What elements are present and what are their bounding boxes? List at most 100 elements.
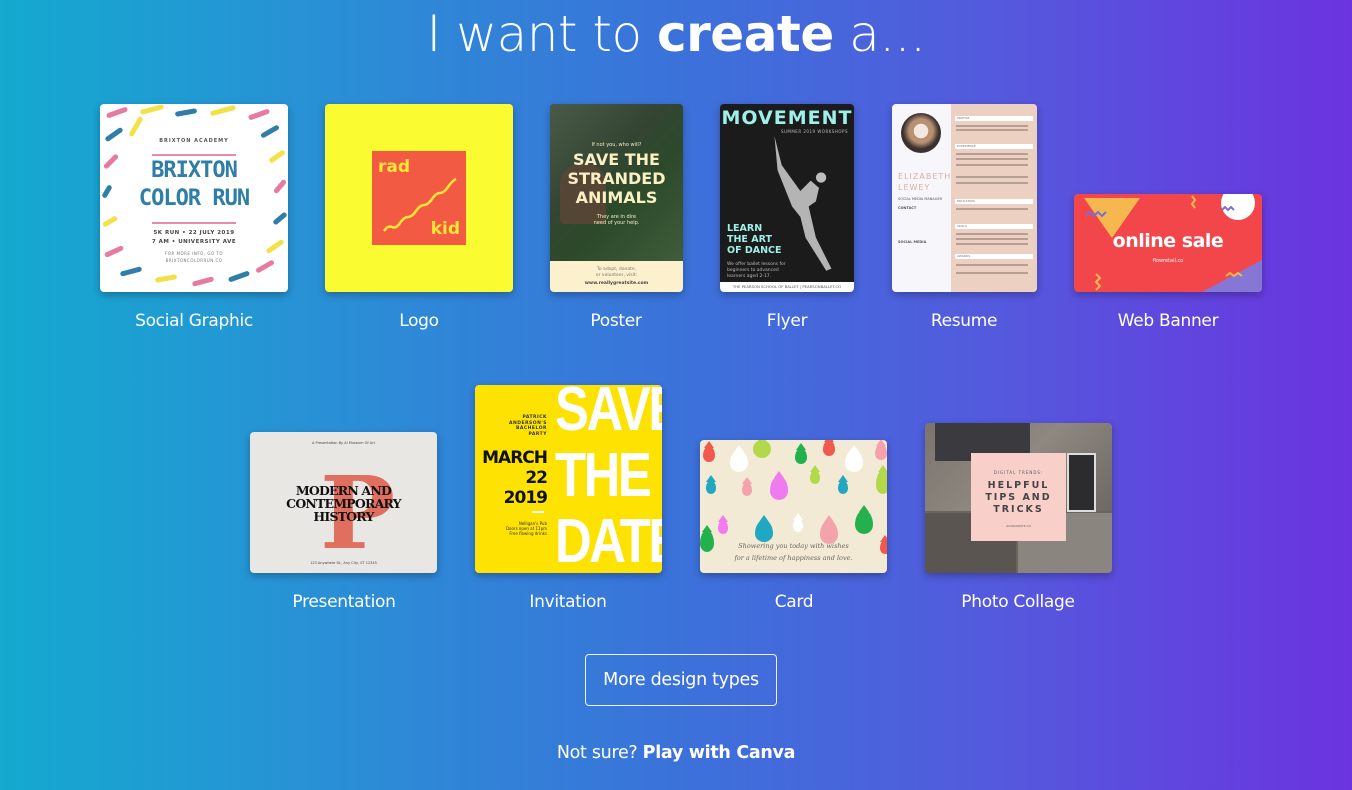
poster-subtitle: They are in dire need of your help. [550,214,683,226]
photo-collage-url: GOODANOTE.CO [1005,524,1032,528]
raindrop-icon [876,470,887,494]
paint-stroke [119,266,143,277]
divider [152,154,236,156]
photo-collage-title-line: TRICKS [993,504,1044,515]
raindrop-icon [703,446,715,462]
design-type-resume[interactable]: ELIZABETH LEWEY SOCIAL MEDIA MANAGER CON… [892,104,1037,292]
design-type-invitation[interactable]: SAVE THE DATE PATRICK ANDERSON'S BACHELO… [475,385,662,573]
social-graphic-kicker: BRIXTON ACADEMY [159,138,229,144]
raindrop-icon [793,518,803,532]
resume-name-line: ELIZABETH [898,172,952,181]
paint-stroke [105,106,129,119]
raindrop-icon [706,480,716,494]
design-type-label[interactable]: Flyer [767,311,808,331]
design-type-presentation[interactable]: A Presentation By Al Museum Of Art P MOD… [250,432,437,573]
flyer-headline-line: LEARN [727,223,763,234]
social-graphic-title-line2: COLOR RUN [138,186,250,211]
design-type-label[interactable]: Invitation [529,592,607,612]
design-type-label[interactable]: Presentation [292,592,395,612]
heading-emphasis: create [656,5,834,63]
dancer-silhouette [774,136,832,271]
resume-section-header: EDUCATION [955,199,1033,204]
heading-prefix: I want to [426,5,657,63]
resume-section-header: EXPERIENCE [955,144,1033,149]
resume-avatar [901,113,941,153]
more-design-types-button[interactable]: More design types [585,654,777,706]
resume-text-line [956,243,1028,245]
resume-text-line [956,153,1028,155]
divider [152,222,236,224]
resume-text-line [956,233,1028,235]
card-message-line: for a lifetime of happiness and love. [734,554,853,562]
poster-footer-text: To adopt, donate, or volunteer, visit: [550,267,683,279]
resume-section-header: SKILLS [955,224,1033,229]
photo-collage-title-line: HELPFUL [987,480,1050,491]
play-with-canva-link[interactable]: Play with Canva [643,743,796,763]
resume-text-line [956,182,1028,184]
social-graphic-detail-line2: 7 AM • UNIVERSITY AVE [151,239,237,245]
raindrop-icon [755,520,773,542]
presentation-title-line: HISTORY [313,509,374,524]
card-message-line: Showering you today with wishes [738,542,849,550]
design-type-card[interactable]: Showering you today with wishes for a li… [700,440,887,573]
poster-kicker: If not you, who will? [591,142,642,148]
raindrop-icon [875,444,887,460]
poster-footer-url: www.reallygreatsite.com [584,281,649,286]
invitation-venue-line: Free flowing drinks [509,531,547,536]
flyer-headline: LEARN THE ART OF DANCE [727,223,782,256]
design-type-label[interactable]: Logo [399,311,439,331]
invitation-date-line: MARCH [482,448,548,468]
design-type-flyer[interactable]: MOVEMENT SUMMER 2019 WORKSHOPS LEARN THE… [720,104,854,292]
page-heading: I want to create a... [0,2,1352,66]
invitation-big-text: SAVE THE DATE [555,385,662,573]
resume-section-header: AWARDS [955,254,1033,259]
poster-title-line: STRANDED [567,169,666,188]
raindrop-icon [838,480,848,494]
paint-stroke [154,274,178,283]
poster-title-line: SAVE THE [573,150,660,169]
design-type-label[interactable]: Card [775,592,814,612]
invitation-date-line: 2019 [503,488,548,508]
invitation-venue: Nelligan's Pub Doors open at 11pm Free f… [506,521,547,536]
social-graphic-detail-line1: 5K RUN • 22 JULY 2019 [153,230,235,236]
design-type-web-banner[interactable]: online sale flowretail.co [1074,194,1262,292]
flyer-headline-line: THE ART [727,234,772,245]
design-type-label[interactable]: Photo Collage [961,592,1075,612]
web-banner-title: online sale [1112,230,1224,252]
presentation-title: MODERN AND CONTEMPORARY HISTORY [250,484,437,523]
heading-suffix: a... [833,5,926,63]
design-type-logo[interactable]: rad kid [325,104,513,292]
raindrop-icon [845,450,863,472]
raindrop-icon [810,470,820,484]
flyer-title: MOVEMENT [721,107,853,129]
flyer-description: We offer ballet lessons for beginners to… [727,262,786,280]
flyer-headline-line: OF DANCE [727,245,782,256]
raindrop-icon [795,448,807,464]
design-type-label[interactable]: Social Graphic [135,311,253,331]
design-type-poster[interactable]: If not you, who will? SAVE THE STRANDED … [550,104,683,292]
raindrop-icon [823,440,835,456]
design-type-label[interactable]: Web Banner [1118,311,1219,331]
tablet-shape [1067,453,1096,512]
invitation-host: PATRICK ANDERSON'S BACHELOR PARTY [509,415,547,437]
logo-word-2: kid [430,219,460,239]
photo-collage-title: HELPFUL TIPS AND TRICKS [971,480,1066,516]
resume-text-line [956,264,1028,266]
design-type-photo-collage[interactable]: DIGITAL TRENDS: HELPFUL TIPS AND TRICKS … [925,423,1112,573]
resume-section-header: PROFILE [955,116,1033,121]
resume-text-line [956,129,1028,131]
poster-title: SAVE THE STRANDED ANIMALS [550,150,683,207]
social-graphic-info-line1: FOR MORE INFO, GO TO [165,251,223,256]
social-graphic-info-line2: BRIXTONCOLORRUN.CO [165,258,223,263]
design-type-social-graphic[interactable]: BRIXTON ACADEMY BRIXTON COLOR RUN 5K RUN… [100,104,288,292]
design-type-label[interactable]: Poster [590,311,642,331]
design-type-label[interactable]: Resume [931,311,998,331]
presentation-bottom-text: 123 Anywhere St., Any City, ST 12345 [310,561,377,565]
raindrop-icon [770,476,788,500]
not-sure-text: Not sure? [556,743,643,763]
resume-name: ELIZABETH LEWEY [898,171,951,193]
card-message: Showering you today with wishes for a li… [700,540,887,564]
social-graphic-preview: BRIXTON ACADEMY BRIXTON COLOR RUN 5K RUN… [100,104,288,292]
paint-stroke [128,115,144,138]
photo-collage-textbox: DIGITAL TRENDS: HELPFUL TIPS AND TRICKS … [971,453,1066,541]
